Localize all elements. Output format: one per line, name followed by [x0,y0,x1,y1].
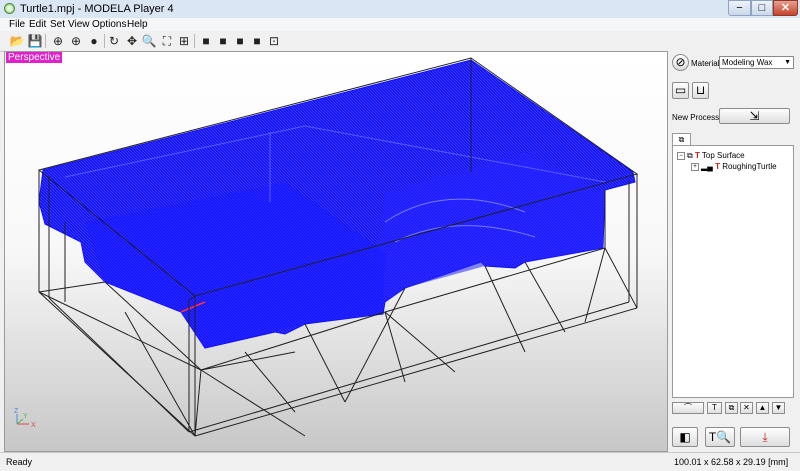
sphere-shaded-icon[interactable]: ● [86,33,102,49]
surface-button[interactable]: ⌒ [672,402,704,414]
toolpath-mesh [38,59,636,349]
menu-help[interactable]: Help [127,18,148,31]
status-text: Ready [6,457,33,467]
status-bar: Ready 100.01 x 62.58 x 29.19 [mm] [0,452,800,471]
viewport-3d[interactable]: Z Y X [4,51,668,452]
perspective-label: Perspective [6,52,63,63]
tree-item-roughing[interactable]: + ▂▄ T RoughingTurtle [691,162,777,172]
view-top-icon[interactable]: ■ [249,33,265,49]
preview-cut-button[interactable]: ◧ [672,427,698,447]
globe-wire-icon[interactable]: ⊕ [68,33,84,49]
toolbar: 📂 💾 ⊕ ⊕ ● ↻ ✥ 🔍 ⛶ ⊞ ■ ■ ■ ■ ⊡ [0,31,800,52]
toolbar-separator [45,34,46,48]
material-value: Modeling Wax [722,58,773,67]
window-title: Turtle1.mpj - MODELA Player 4 [20,3,174,15]
new-process-button[interactable]: ⇲ [719,108,790,124]
view-left-icon[interactable]: ■ [232,33,248,49]
process-tree[interactable]: − ⧉ T Top Surface + ▂▄ T RoughingTurtle [672,145,794,398]
menu-bar: File Edit Set View Options Help [0,18,800,31]
pan-icon[interactable]: ✥ [124,33,140,49]
menu-view[interactable]: View [68,18,90,31]
tool-t-icon: T [694,151,700,160]
close-button[interactable]: ✕ [773,0,798,16]
material-select[interactable]: Modeling Wax ▼ [719,56,794,69]
roughing-label: RoughingTurtle [722,162,777,171]
delete-icon[interactable]: ✕ [740,402,753,414]
axis-z-label: Z [14,408,19,415]
menu-options[interactable]: Options [92,18,126,31]
axis-y-label: Y [23,413,28,420]
bar-chart-icon: ▂▄ [701,162,713,171]
fit-view-icon[interactable]: ⛶ [159,33,175,49]
toolbar-separator [194,34,195,48]
zoom-icon[interactable]: 🔍 [141,33,157,49]
model-view: Z Y X [14,57,639,437]
axis-indicator: Z Y X [14,408,36,429]
cut-button[interactable]: ⤓ [740,427,790,447]
move-up-icon[interactable]: ▲ [756,402,769,414]
maximize-button[interactable]: □ [751,0,773,16]
tool-button[interactable]: T [707,402,722,414]
menu-file[interactable]: File [9,18,25,31]
menu-edit[interactable]: Edit [29,18,46,31]
chevron-down-icon: ▼ [784,59,791,66]
app-icon [4,3,15,14]
view-right-icon[interactable]: ■ [215,33,231,49]
dimensions-readout: 100.01 x 62.58 x 29.19 [mm] [674,457,789,467]
move-down-icon[interactable]: ▼ [772,402,785,414]
expand-icon[interactable]: + [691,162,699,171]
new-process-label: New Process [672,113,720,122]
minimize-button[interactable]: − [728,0,751,16]
zoom-window-icon[interactable]: ⊞ [176,33,192,49]
tree-item-top-surface[interactable]: − ⧉ T Top Surface [677,151,745,161]
tool-t-icon: T [715,162,720,171]
menu-set[interactable]: Set [50,18,65,31]
title-bar: Turtle1.mpj - MODELA Player 4 − □ ✕ [0,0,800,19]
top-surface-label: Top Surface [701,151,745,160]
collapse-icon[interactable]: − [677,151,685,160]
tool-search-button[interactable]: T🔍 [705,427,735,447]
view-iso-icon[interactable]: ⊡ [266,33,282,49]
toolbar-separator [104,34,105,48]
open-folder-icon[interactable]: 📂 [9,33,25,49]
workpiece-icon[interactable]: ▭ [672,82,689,99]
material-tool-icon[interactable]: ⊘ [672,54,689,71]
origin-icon[interactable]: ⊔ [692,82,709,99]
material-label: Material [691,59,720,68]
save-icon[interactable]: 💾 [27,33,43,49]
copy-icon[interactable]: ⧉ [725,402,738,414]
rotate-icon[interactable]: ↻ [106,33,122,49]
view-front-icon[interactable]: ■ [198,33,214,49]
surface-icon: ⧉ [687,151,693,160]
axis-x-label: X [31,422,36,429]
globe-view-icon[interactable]: ⊕ [50,33,66,49]
